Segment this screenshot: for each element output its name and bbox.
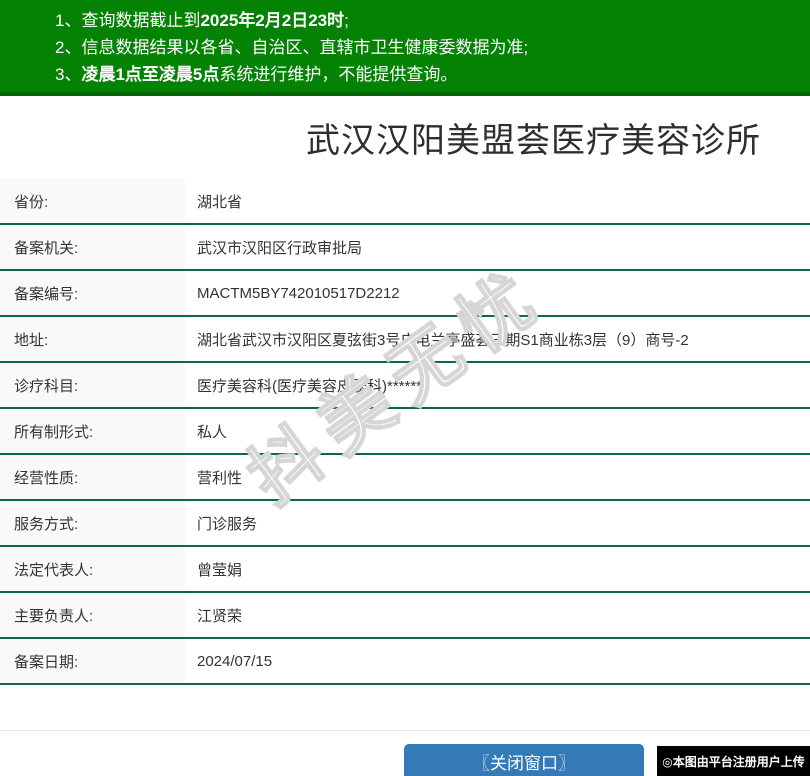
table-row: 服务方式: 门诊服务 <box>0 501 810 547</box>
notice-number: 1、 <box>55 11 82 30</box>
notice-text: 信息数据结果以各省、自治区、直辖市卫生健康委数据为准; <box>81 38 529 57</box>
notice-list: 1、查询数据截止到2025年2月2日23时; 2、信息数据结果以各省、自治区、直辖… <box>55 7 810 88</box>
notice-number: 3、 <box>55 65 82 84</box>
table-row: 诊疗科目: 医疗美容科(医疗美容皮肤科)****** <box>0 363 810 409</box>
table-row: 省份: 湖北省 <box>0 179 810 225</box>
row-value: 私人 <box>185 409 810 453</box>
close-window-button[interactable]: 〖关闭窗口〗 <box>404 744 644 776</box>
row-label: 省份: <box>0 179 185 223</box>
row-label: 所有制形式: <box>0 409 185 453</box>
notice-text: 查询数据截止到 <box>81 11 201 30</box>
row-value: 医疗美容科(医疗美容皮肤科)****** <box>185 363 810 407</box>
notice-text: 凌晨1点至凌晨5点 <box>81 65 220 84</box>
row-value: 营利性 <box>185 455 810 499</box>
row-value: 曾莹娟 <box>185 547 810 591</box>
upload-note-badge: ◎本图由平台注册用户上传 <box>657 746 810 776</box>
notice-bar: 1、查询数据截止到2025年2月2日23时; 2、信息数据结果以各省、自治区、直辖… <box>0 0 810 96</box>
row-label: 备案日期: <box>0 639 185 683</box>
table-row: 地址: 湖北省武汉市汉阳区夏弦街3号广电兰亭盛荟三期S1商业栋3层（9）商号-2 <box>0 317 810 363</box>
notice-text: 系统进行维护，不能提供查询。 <box>219 65 458 84</box>
row-value: MACTM5BY742010517D2212 <box>185 271 810 315</box>
row-value: 2024/07/15 <box>185 639 810 683</box>
notice-text: ; <box>344 11 349 30</box>
footer-separator <box>0 730 810 731</box>
row-value: 武汉市汉阳区行政审批局 <box>185 225 810 269</box>
row-value: 门诊服务 <box>185 501 810 545</box>
table-row: 备案编号: MACTM5BY742010517D2212 <box>0 271 810 317</box>
info-table: 省份: 湖北省 备案机关: 武汉市汉阳区行政审批局 备案编号: MACTM5BY74201… <box>0 179 810 685</box>
row-label: 经营性质: <box>0 455 185 499</box>
row-label: 法定代表人: <box>0 547 185 591</box>
page-title: 武汉汉阳美盟荟医疗美容诊所 <box>306 122 761 160</box>
table-row: 法定代表人: 曾莹娟 <box>0 547 810 593</box>
row-label: 备案编号: <box>0 271 185 315</box>
row-value: 湖北省 <box>185 179 810 223</box>
row-label: 地址: <box>0 317 185 361</box>
row-label: 主要负责人: <box>0 593 185 637</box>
table-row: 所有制形式: 私人 <box>0 409 810 455</box>
notice-text: 2025年2月2日23时 <box>200 11 345 30</box>
notice-line: 1、查询数据截止到2025年2月2日23时; <box>55 7 810 34</box>
row-label: 服务方式: <box>0 501 185 545</box>
table-row: 主要负责人: 江贤荣 <box>0 593 810 639</box>
row-value: 湖北省武汉市汉阳区夏弦街3号广电兰亭盛荟三期S1商业栋3层（9）商号-2 <box>185 317 810 361</box>
row-value: 江贤荣 <box>185 593 810 637</box>
table-row: 备案机关: 武汉市汉阳区行政审批局 <box>0 225 810 271</box>
row-label: 诊疗科目: <box>0 363 185 407</box>
notice-number: 2、 <box>55 38 82 57</box>
notice-line: 2、信息数据结果以各省、自治区、直辖市卫生健康委数据为准; <box>55 34 810 61</box>
table-row: 经营性质: 营利性 <box>0 455 810 501</box>
query-result-page: 1、查询数据截止到2025年2月2日23时; 2、信息数据结果以各省、自治区、直辖… <box>0 0 810 776</box>
row-label: 备案机关: <box>0 225 185 269</box>
table-row: 备案日期: 2024/07/15 <box>0 639 810 685</box>
notice-line: 3、凌晨1点至凌晨5点系统进行维护，不能提供查询。 <box>55 61 810 88</box>
